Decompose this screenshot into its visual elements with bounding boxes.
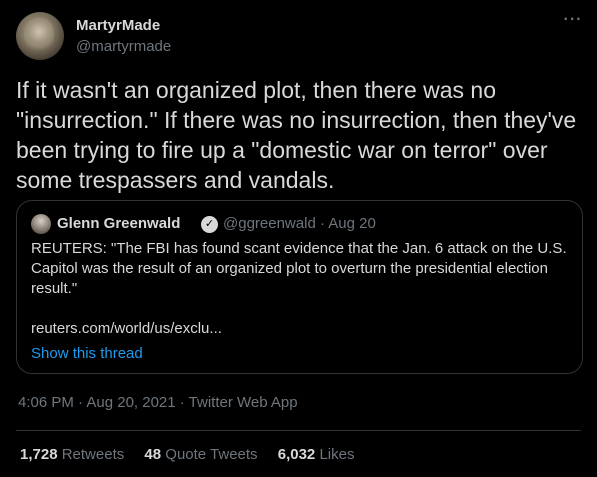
tweet: MartyrMade @martyrmade ··· If it wasn't … (0, 0, 597, 477)
tweet-meta[interactable]: 4:06 PM · Aug 20, 2021 · Twitter Web App (18, 394, 298, 411)
quoted-author-name: Glenn Greenwald (57, 215, 181, 232)
retweets-label: Retweets (61, 446, 125, 463)
show-thread-link[interactable]: Show this thread (31, 345, 143, 362)
quoted-text: REUTERS: "The FBI has found scant eviden… (31, 240, 567, 297)
avatar[interactable] (16, 12, 64, 60)
author-name[interactable]: MartyrMade (76, 17, 160, 34)
likes-label: Likes (319, 446, 355, 463)
divider (16, 430, 581, 431)
author-handle[interactable]: @martyrmade (76, 38, 171, 55)
tweet-text: If it wasn't an organized plot, then the… (16, 77, 577, 193)
likes-count: 6,032 (277, 446, 316, 463)
quoted-avatar (31, 214, 51, 234)
quote-tweets-count: 48 (144, 446, 162, 463)
verified-badge-icon: ✓ (201, 216, 218, 233)
quoted-link[interactable]: reuters.com/world/us/exclu... (31, 320, 222, 337)
quote-tweets-label: Quote Tweets (165, 446, 258, 463)
retweets-count: 1,728 (20, 446, 58, 463)
quoted-handle-date: @ggreenwald · Aug 20 (223, 215, 376, 232)
quote-tweets-stat[interactable]: 48 Quote Tweets (144, 446, 257, 463)
retweets-stat[interactable]: 1,728 Retweets (20, 446, 124, 463)
more-horizontal-icon[interactable]: ··· (561, 12, 585, 34)
tweet-stats: 1,728 Retweets 48 Quote Tweets 6,032 Lik… (20, 446, 370, 463)
quoted-tweet[interactable]: Glenn Greenwald ✓ @ggreenwald · Aug 20 R… (16, 200, 583, 374)
likes-stat[interactable]: 6,032 Likes (278, 446, 355, 463)
